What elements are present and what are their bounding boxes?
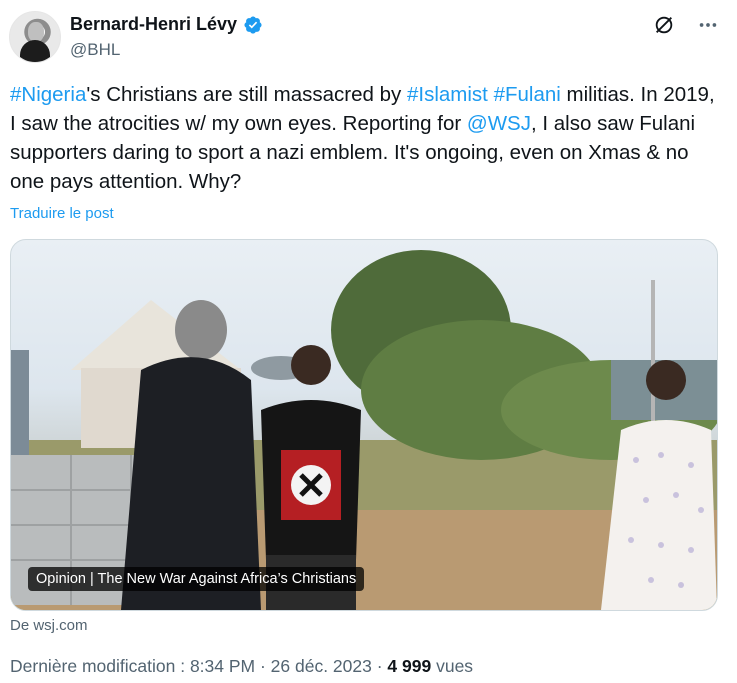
more-icon[interactable]: [697, 14, 719, 36]
tweet-text-part: 's Christians are still massacred by: [86, 83, 407, 106]
verified-badge-icon: [244, 15, 262, 34]
views-count: 4 999: [387, 656, 432, 676]
translate-post-link[interactable]: Traduire le post: [10, 205, 114, 222]
mention-wsj[interactable]: @WSJ: [467, 112, 531, 135]
author-handle[interactable]: @BHL: [70, 40, 120, 60]
link-card-image[interactable]: [10, 239, 718, 611]
tweet-text: #Nigeria's Christians are still massacre…: [10, 80, 720, 196]
link-source[interactable]: De wsj.com: [10, 617, 88, 634]
author-name-row: Bernard-Henri Lévy: [70, 14, 263, 35]
hashtag-nigeria[interactable]: #Nigeria: [10, 83, 86, 106]
avatar-face: [28, 22, 44, 42]
link-card-caption[interactable]: Opinion | The New War Against Africa’s C…: [28, 567, 365, 591]
grok-icon[interactable]: [653, 14, 675, 36]
tweet-meta: Dernière modification : 8:34 PM · 26 déc…: [10, 656, 473, 677]
views-label: vues: [431, 656, 474, 676]
news-photo: [11, 250, 717, 610]
avatar-body: [20, 40, 50, 62]
timestamp-label[interactable]: Dernière modification : 8:34 PM · 26 déc…: [10, 656, 387, 676]
tweet-actions-top: [653, 14, 719, 36]
hashtag-islamist[interactable]: #Islamist: [407, 83, 488, 106]
hashtag-fulani[interactable]: #Fulani: [494, 83, 561, 106]
author-name[interactable]: Bernard-Henri Lévy: [70, 14, 237, 35]
author-avatar[interactable]: [9, 11, 61, 63]
